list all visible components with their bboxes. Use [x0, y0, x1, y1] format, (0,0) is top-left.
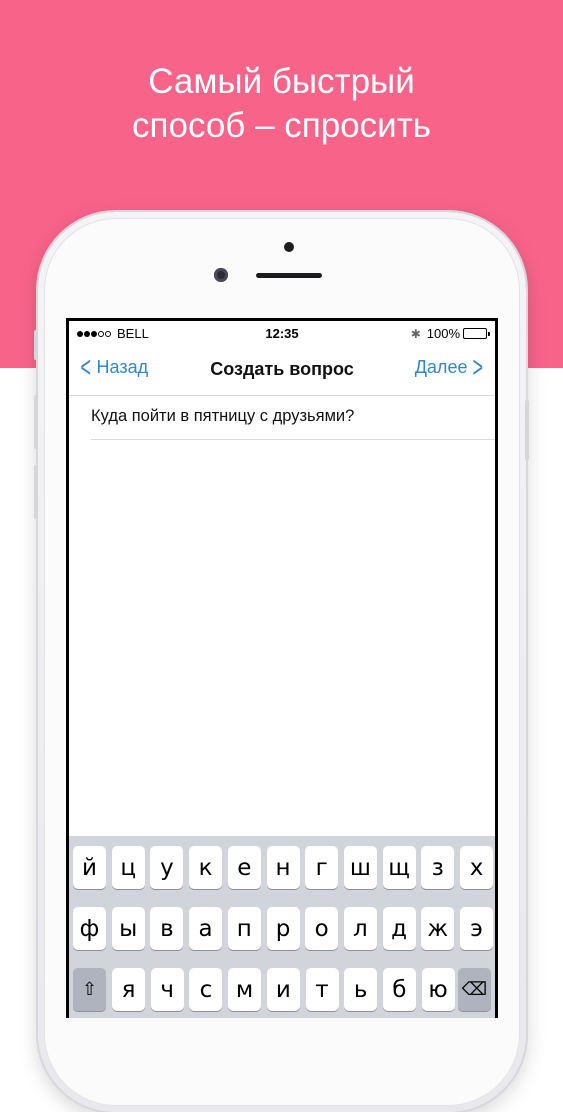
- chevron-left-icon: <: [80, 350, 92, 384]
- headline-line-2: способ – спросить: [132, 106, 431, 145]
- mute-switch: [34, 330, 38, 360]
- chevron-right-icon: >: [472, 350, 484, 384]
- key-у[interactable]: у: [150, 846, 184, 889]
- key-а[interactable]: а: [189, 907, 223, 950]
- battery-icon: [463, 328, 490, 339]
- question-input[interactable]: Куда пойти в пятницу с друзьями?: [91, 407, 495, 426]
- backspace-key[interactable]: ⌫: [458, 968, 491, 1011]
- navigation-bar: < Назад Создать вопрос Далее >: [69, 343, 495, 396]
- power-button: [525, 400, 529, 460]
- volume-down-button: [34, 465, 38, 519]
- key-с[interactable]: с: [189, 968, 223, 1011]
- promo-headline: Самый быстрый способ – спросить: [0, 60, 563, 148]
- next-button-label: Далее: [414, 357, 468, 377]
- key-п[interactable]: п: [227, 907, 261, 950]
- back-button-label: Назад: [96, 357, 149, 377]
- key-н[interactable]: н: [266, 846, 300, 889]
- front-camera-icon: [214, 268, 228, 282]
- key-щ[interactable]: щ: [382, 846, 416, 889]
- key-е[interactable]: е: [227, 846, 261, 889]
- key-з[interactable]: з: [421, 846, 455, 889]
- key-ф[interactable]: ф: [73, 907, 106, 950]
- key-б[interactable]: б: [382, 968, 416, 1011]
- key-ц[interactable]: ц: [111, 846, 145, 889]
- key-ю[interactable]: ю: [421, 968, 455, 1011]
- key-ж[interactable]: ж: [421, 907, 455, 950]
- volume-up-button: [34, 395, 38, 449]
- key-ь[interactable]: ь: [344, 968, 378, 1011]
- key-э[interactable]: э: [460, 907, 493, 950]
- proximity-sensor: [284, 242, 294, 252]
- key-й[interactable]: й: [73, 846, 106, 889]
- back-button[interactable]: < Назад: [77, 350, 149, 384]
- key-т[interactable]: т: [305, 968, 339, 1011]
- keyboard: й ц у к е н г ш щ з х ф ы в а п р о л д ж э я ч с м и т ь б ю ⇧ ⌫: [69, 836, 495, 1018]
- key-х[interactable]: х: [460, 846, 493, 889]
- key-о[interactable]: о: [305, 907, 339, 950]
- key-ч[interactable]: ч: [150, 968, 184, 1011]
- key-р[interactable]: р: [266, 907, 300, 950]
- next-button[interactable]: Далее >: [414, 350, 487, 384]
- key-я[interactable]: я: [112, 968, 145, 1011]
- key-ы[interactable]: ы: [111, 907, 145, 950]
- question-divider: [91, 439, 495, 440]
- key-м[interactable]: м: [228, 968, 262, 1011]
- key-г[interactable]: г: [305, 846, 339, 889]
- key-ш[interactable]: ш: [343, 846, 377, 889]
- earpiece-speaker: [256, 273, 322, 278]
- shift-key[interactable]: ⇧: [73, 968, 106, 1011]
- battery-percent: 100%: [426, 326, 460, 341]
- phone-screen: BELL 12:35 ✱ 100% < Назад Создать вопрос…: [66, 318, 498, 1018]
- key-к[interactable]: к: [189, 846, 223, 889]
- key-в[interactable]: в: [150, 907, 184, 950]
- bluetooth-icon: ✱: [410, 326, 421, 341]
- status-bar: BELL 12:35 ✱ 100%: [69, 321, 495, 343]
- headline-line-1: Самый быстрый: [148, 62, 415, 101]
- key-д[interactable]: д: [382, 907, 416, 950]
- key-и[interactable]: и: [266, 968, 300, 1011]
- app-screen: BELL 12:35 ✱ 100% < Назад Создать вопрос…: [69, 321, 495, 1018]
- status-right: ✱ 100%: [410, 326, 490, 341]
- key-л[interactable]: л: [343, 907, 377, 950]
